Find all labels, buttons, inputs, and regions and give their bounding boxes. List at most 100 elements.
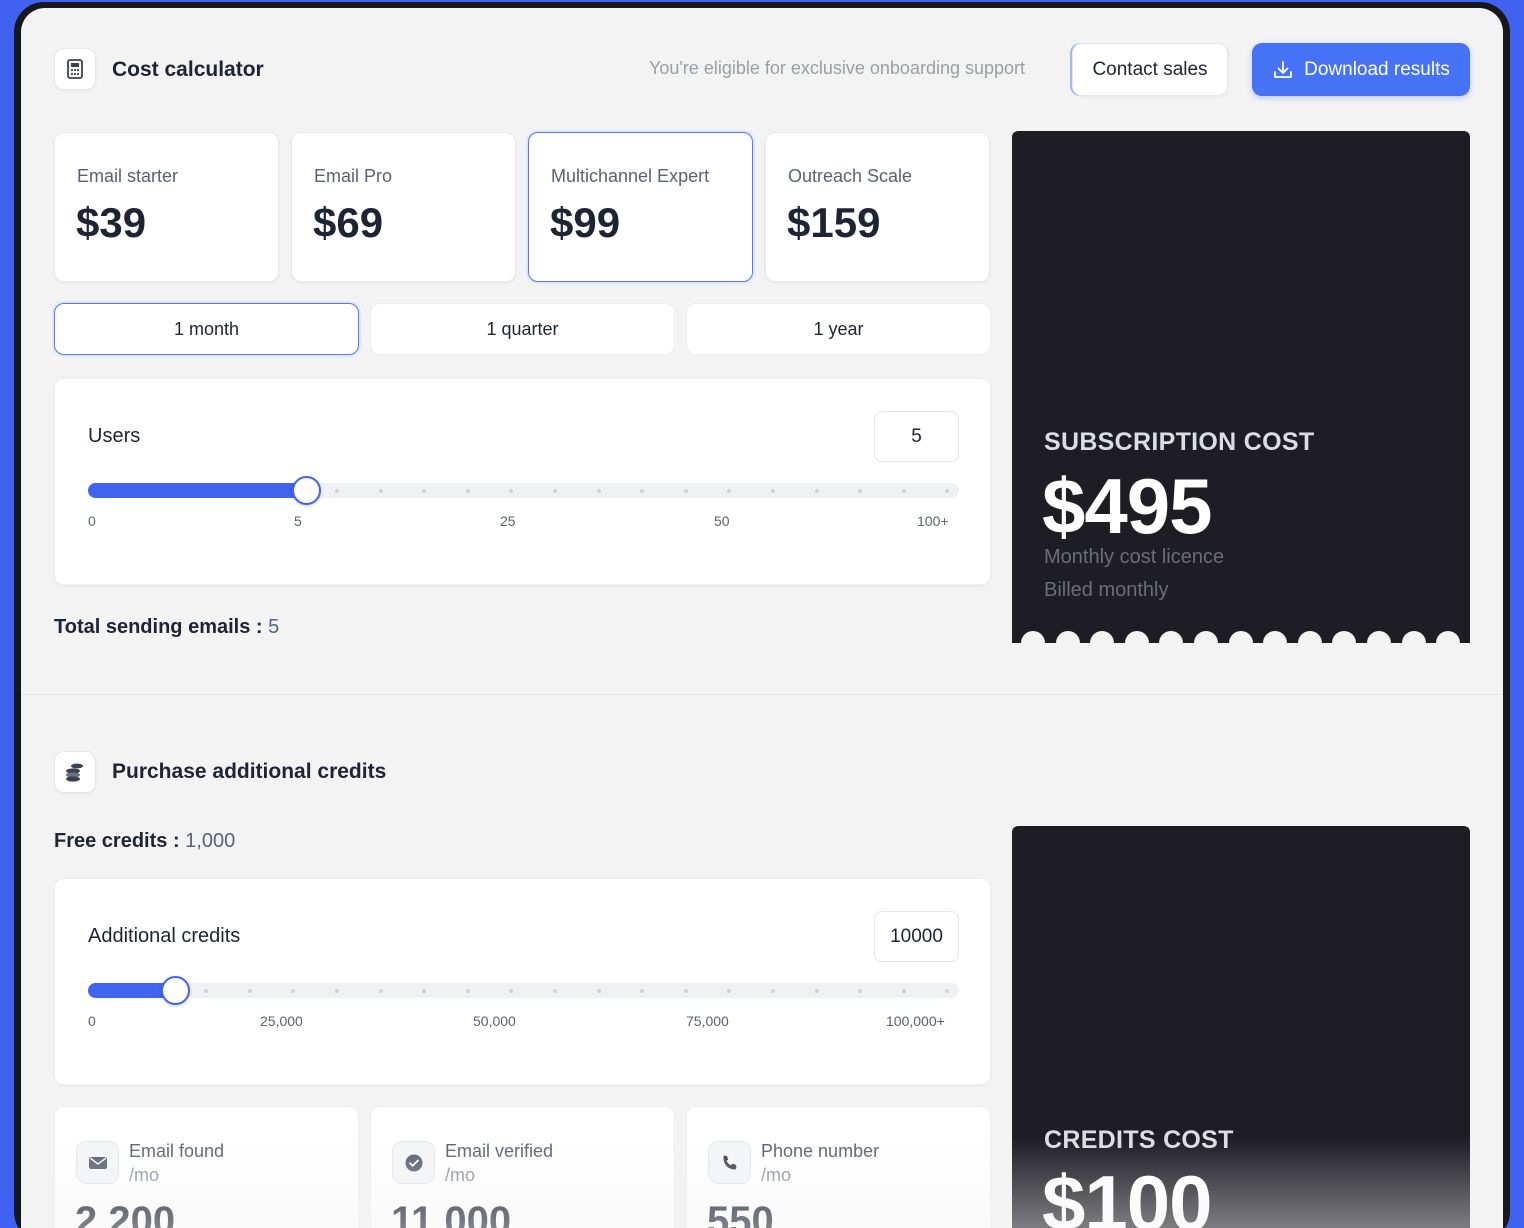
ticket-notch — [1124, 631, 1149, 655]
ticket-notch — [1194, 631, 1218, 655]
users-slider-fill — [88, 483, 306, 498]
plan-name: Email starter — [77, 166, 179, 186]
free-credits: Free credits : 1,000 — [54, 830, 235, 853]
slider-step-dot — [204, 989, 209, 993]
users-slider-track[interactable] — [88, 476, 959, 505]
slider-step-dot — [422, 489, 427, 493]
users-tick: 25 — [500, 513, 516, 529]
plan-name: Outreach Scale — [788, 166, 913, 186]
credits-tick: 50,000 — [473, 1013, 516, 1029]
envelope-icon — [76, 1141, 119, 1184]
slider-step-dot — [727, 489, 732, 493]
slider-step-dot — [422, 989, 427, 993]
additional-credits-input[interactable]: 10000 — [874, 911, 959, 962]
slider-step-dot — [509, 489, 514, 493]
coins-icon — [54, 751, 96, 793]
ticket-notch — [1332, 631, 1357, 655]
slider-step-dot — [553, 489, 557, 493]
users-tick: 100+ — [917, 513, 949, 529]
slider-step-dot — [378, 989, 383, 993]
plan-name: Multichannel Expert — [551, 166, 710, 186]
ticket-notch — [1090, 631, 1115, 655]
slider-step-dot — [465, 489, 470, 493]
ticket-notch — [1055, 631, 1080, 655]
slider-step-dot — [335, 489, 339, 493]
download-results-button[interactable]: Download results — [1252, 43, 1470, 96]
additional-credits-slider-card: Additional credits 10000 0 25,000 50,000… — [54, 878, 991, 1085]
credit-value: 11,000 — [391, 1199, 512, 1228]
slider-step-dot — [378, 489, 383, 493]
ticket-notch — [1367, 631, 1391, 655]
ticket-notch — [1436, 631, 1461, 655]
period-1-year[interactable]: 1 year — [686, 303, 991, 355]
calculator-icon — [54, 48, 96, 90]
slider-step-dot — [771, 489, 775, 493]
subscription-amount: $495 — [1042, 462, 1213, 550]
plan-card-outreach-scale[interactable]: Outreach Scale $159 — [765, 132, 990, 282]
slider-step-dot — [683, 489, 688, 493]
slider-step-dot — [465, 989, 470, 993]
slider-step-dot — [509, 989, 514, 993]
credits-cost-caption: CREDITS COST — [1044, 1126, 1234, 1154]
credits-tick: 75,000 — [686, 1013, 729, 1029]
users-tick: 0 — [88, 513, 96, 529]
slider-step-dot — [640, 489, 645, 493]
users-slider-thumb[interactable] — [292, 476, 321, 505]
subscription-line-2: Billed monthly — [1044, 579, 1169, 601]
credit-unit: /mo — [129, 1165, 160, 1185]
free-credits-label: Free credits : — [54, 830, 180, 852]
slider-step-dot — [901, 489, 906, 493]
plan-card-email-pro[interactable]: Email Pro $69 — [291, 132, 516, 282]
eligibility-note: You're eligible for exclusive onboarding… — [649, 58, 1026, 78]
users-input[interactable]: 5 — [874, 411, 959, 462]
ticket-notch — [1021, 631, 1045, 655]
users-label: Users — [88, 425, 141, 447]
slider-step-dot — [814, 489, 819, 493]
credits-tick: 0 — [88, 1013, 96, 1029]
slider-step-dot — [858, 989, 863, 993]
plan-price: $159 — [787, 199, 881, 246]
slider-step-dot — [553, 989, 557, 993]
period-1-month[interactable]: 1 month — [54, 303, 359, 355]
credit-card-email-found: Email found /mo 2,200 — [54, 1106, 359, 1228]
users-tick: 50 — [714, 513, 730, 529]
slider-step-dot — [814, 989, 819, 993]
slider-step-dot — [291, 989, 296, 993]
slider-step-dot — [945, 989, 950, 993]
additional-credits-label: Additional credits — [88, 925, 241, 947]
ticket-notch — [1159, 631, 1184, 655]
period-1-quarter[interactable]: 1 quarter — [370, 303, 675, 355]
credit-unit: /mo — [445, 1165, 476, 1185]
plan-card-multichannel-expert[interactable]: Multichannel Expert $99 — [528, 132, 753, 282]
plan-price: $99 — [550, 199, 621, 246]
download-label: Download results — [1304, 58, 1450, 80]
slider-step-dot — [771, 989, 775, 993]
slider-step-dot — [858, 489, 863, 493]
page-title: Cost calculator — [112, 58, 264, 81]
credit-name: Email found — [129, 1141, 225, 1161]
ticket-notch — [1263, 631, 1288, 655]
plan-price: $39 — [76, 199, 147, 246]
slider-step-dot — [945, 489, 950, 493]
slider-step-dot — [596, 989, 601, 993]
phone-icon — [708, 1141, 751, 1184]
credits-slider-thumb[interactable] — [161, 976, 190, 1005]
slider-step-dot — [901, 989, 906, 993]
users-slider-card: Users 5 0 5 25 50 100+ — [54, 378, 991, 585]
credits-slider-track[interactable] — [88, 976, 959, 1005]
credit-name: Phone number — [761, 1141, 880, 1161]
total-emails-label: Total sending emails : — [54, 616, 263, 638]
credits-section-title: Purchase additional credits — [112, 760, 387, 783]
plan-card-email-starter[interactable]: Email starter $39 — [54, 132, 279, 282]
contact-sales-button[interactable]: Contact sales — [1072, 43, 1228, 96]
credits-tick: 25,000 — [260, 1013, 303, 1029]
free-credits-value: 1,000 — [185, 830, 236, 852]
ticket-notch — [1228, 631, 1253, 655]
slider-step-dot — [247, 989, 252, 993]
credit-name: Email verified — [445, 1141, 554, 1161]
total-emails-value: 5 — [268, 616, 280, 638]
credit-card-phone-number: Phone number /mo 550 — [686, 1106, 991, 1228]
plan-price: $69 — [313, 199, 384, 246]
section-divider — [21, 694, 1503, 695]
credit-card-email-verified: Email verified /mo 11,000 — [370, 1106, 675, 1228]
